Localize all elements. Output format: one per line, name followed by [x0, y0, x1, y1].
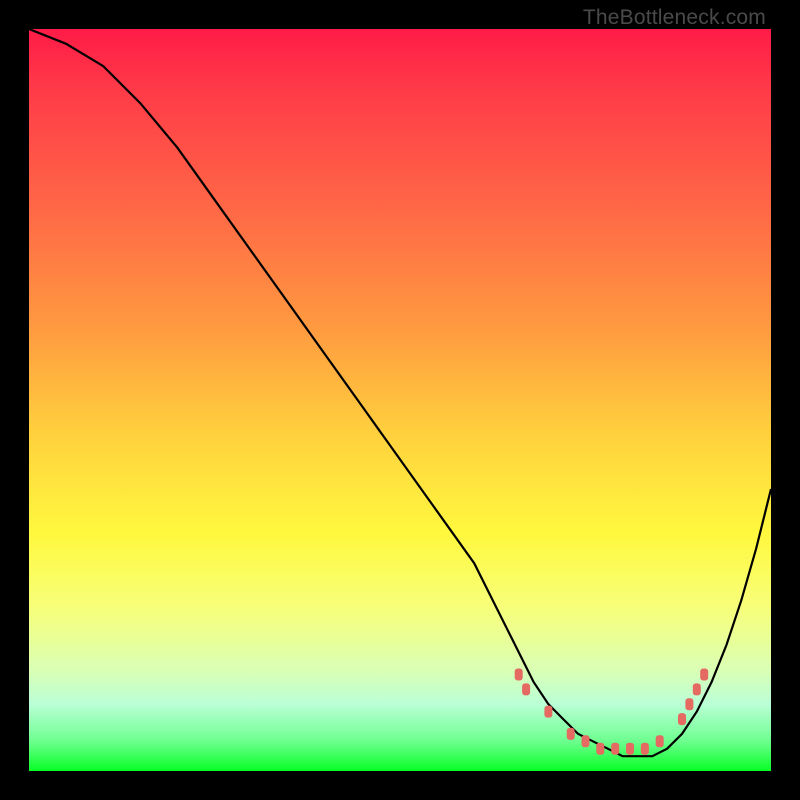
curve-marker — [685, 698, 693, 710]
curve-markers — [515, 669, 709, 755]
curve-marker — [515, 669, 523, 681]
chart-svg — [29, 29, 771, 771]
curve-marker — [693, 683, 701, 695]
curve-marker — [582, 735, 590, 747]
curve-marker — [522, 683, 530, 695]
curve-marker — [678, 713, 686, 725]
curve-marker — [641, 743, 649, 755]
curve-marker — [544, 706, 552, 718]
curve-marker — [626, 743, 634, 755]
bottleneck-curve — [29, 29, 771, 756]
curve-marker — [567, 728, 575, 740]
curve-marker — [700, 669, 708, 681]
chart-frame: TheBottleneck.com — [0, 0, 800, 800]
curve-marker — [656, 735, 664, 747]
curve-marker — [596, 743, 604, 755]
curve-marker — [611, 743, 619, 755]
watermark-text: TheBottleneck.com — [583, 6, 766, 30]
